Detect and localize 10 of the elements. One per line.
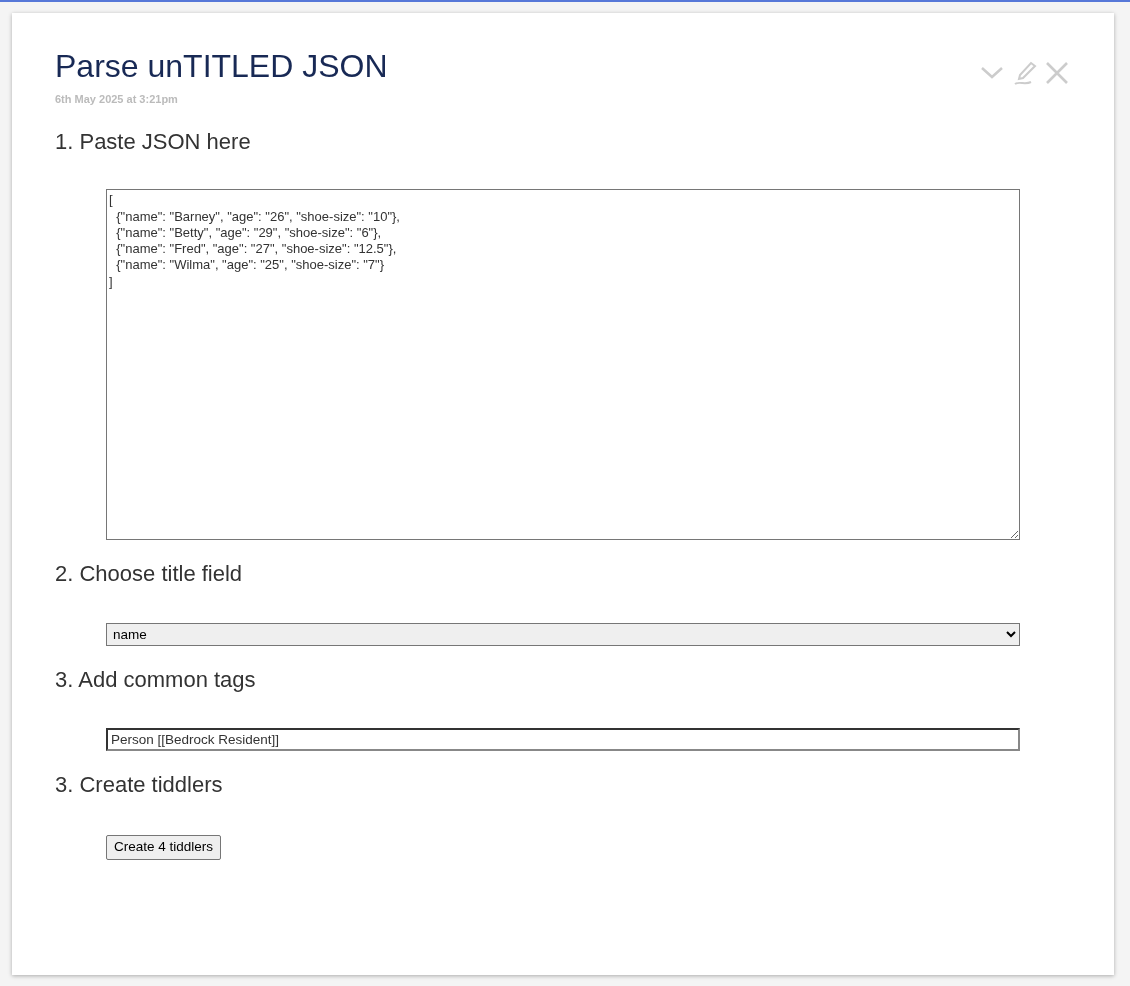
step-heading: 3. Add common tags [55, 666, 257, 695]
step-heading: 3. Create tiddlers [55, 770, 224, 799]
tiddler-title: Parse unTITLED JSON [55, 47, 388, 86]
modified-date: 6th May 2025 at 3:21pm [55, 92, 179, 108]
title-field-select[interactable]: name [106, 623, 1020, 647]
step-heading: 1. Paste JSON here [55, 127, 252, 156]
step-heading: 2. Choose title field [55, 560, 244, 589]
tags-input-field[interactable]: Person [[Bedrock Resident]] [106, 727, 1020, 751]
json-textarea[interactable]: [ {"name": "Barney", "age": "26", "shoe-size": "10"}, {"name": "Betty", "age": "29", "shoe-size": "6"}, {"name": "Fred", "age": "27", "shoe-size": "12.5"}, {"name": "Wilma", "age": "25", "shoe-size": "7"} ] [106, 189, 1020, 541]
create-button[interactable]: Create 4 tiddlers [106, 835, 222, 860]
